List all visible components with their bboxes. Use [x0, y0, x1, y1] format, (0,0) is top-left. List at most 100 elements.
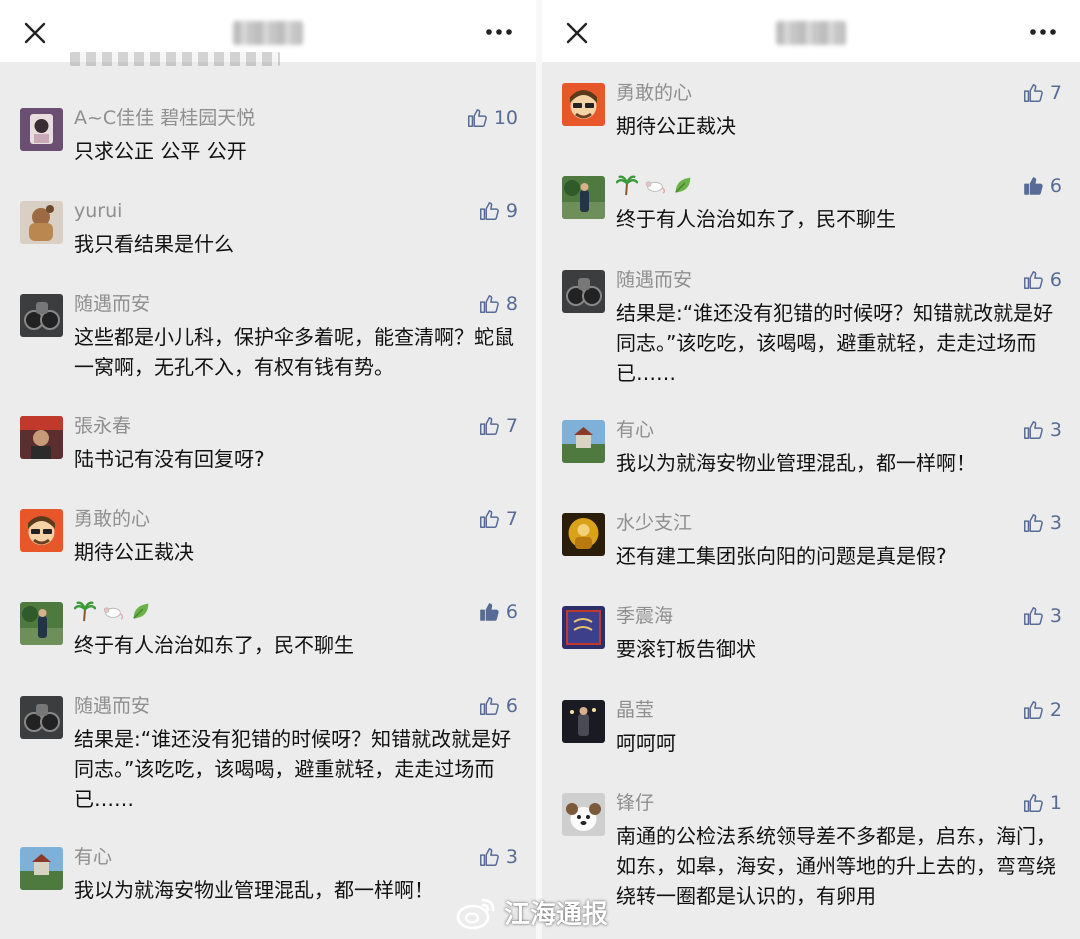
- comment-text: 我只看结果是什么: [74, 232, 234, 256]
- like-button[interactable]: 2: [1022, 698, 1062, 722]
- avatar[interactable]: [562, 83, 605, 126]
- comment-author[interactable]: A~C佳佳 碧桂园天悦: [74, 106, 255, 130]
- cutoff-text: [70, 52, 280, 66]
- thumbs-up-icon: [479, 295, 499, 313]
- comment-text: 结果是:“谁还没有犯错的时候呀？知错就改就是好同志。”该吃吃，该喝喝，避重就轻，…: [74, 727, 512, 811]
- like-count: 9: [505, 200, 518, 222]
- palm-tree-icon: [74, 601, 96, 622]
- avatar[interactable]: [20, 696, 63, 739]
- thumbs-up-icon: [1023, 701, 1043, 719]
- avatar[interactable]: [20, 602, 63, 645]
- like-count: 6: [505, 695, 518, 717]
- comment-text: 还有建工集团张向阳的问题是真是假?: [616, 544, 947, 568]
- avatar[interactable]: [20, 108, 63, 151]
- like-button[interactable]: 6: [478, 694, 518, 718]
- left-comment-panel: A~C佳佳 碧桂园天悦 10 只求公正 公平 公开 yurui 9 我只看结果是…: [0, 0, 536, 939]
- thumbs-up-icon: [479, 202, 499, 220]
- comment-author[interactable]: 水少支江: [616, 511, 692, 535]
- avatar[interactable]: [20, 201, 63, 244]
- rat-icon: [645, 181, 666, 194]
- comment-author[interactable]: [74, 600, 152, 628]
- like-count: 7: [1049, 82, 1062, 104]
- like-button[interactable]: 3: [478, 845, 518, 869]
- like-button[interactable]: 8: [478, 292, 518, 316]
- like-button[interactable]: 3: [1022, 604, 1062, 628]
- comment-author[interactable]: 随遇而安: [74, 694, 150, 718]
- comment-author[interactable]: 晶莹: [616, 698, 654, 722]
- avatar[interactable]: [562, 513, 605, 556]
- avatar[interactable]: [562, 793, 605, 836]
- like-button[interactable]: 6: [1022, 268, 1062, 292]
- comment-text: 终于有人治治如东了，民不聊生: [616, 207, 896, 231]
- blurred-title: [233, 21, 303, 45]
- like-count: 6: [505, 601, 518, 623]
- more-icon[interactable]: [484, 22, 514, 42]
- watermark: 江海通报: [456, 894, 608, 931]
- comment-text: 呵呵呵: [616, 731, 676, 755]
- comment-author[interactable]: yurui: [74, 199, 122, 223]
- close-icon[interactable]: [564, 20, 590, 46]
- blurred-title: [776, 21, 846, 45]
- comment-text: 期待公正裁决: [616, 114, 736, 138]
- avatar[interactable]: [562, 700, 605, 743]
- comment-text: 我以为就海安物业管理混乱，都一样啊！: [74, 878, 434, 902]
- comment-text: 要滚钉板告御状: [616, 637, 756, 661]
- comment-author[interactable]: 锋仔: [616, 791, 654, 815]
- like-button[interactable]: 7: [478, 507, 518, 531]
- avatar[interactable]: [562, 176, 605, 219]
- like-count: 3: [1049, 512, 1062, 534]
- avatar[interactable]: [20, 847, 63, 890]
- avatar[interactable]: [562, 270, 605, 313]
- like-count: 7: [505, 508, 518, 530]
- comment-author[interactable]: 有心: [616, 418, 654, 442]
- like-button[interactable]: 6: [478, 600, 518, 624]
- comment-text: 只求公正 公平 公开: [74, 139, 247, 163]
- comment-author[interactable]: [616, 174, 694, 202]
- close-icon[interactable]: [22, 20, 48, 46]
- like-button[interactable]: 3: [1022, 418, 1062, 442]
- watermark-text: 江海通报: [504, 900, 609, 930]
- thumbs-up-icon: [479, 510, 499, 528]
- weibo-icon: [456, 898, 495, 929]
- like-button[interactable]: 9: [478, 199, 518, 223]
- comment-author[interactable]: 随遇而安: [616, 268, 692, 292]
- thumbs-up-icon: [1023, 514, 1043, 532]
- comment-text: 期待公正裁决: [74, 540, 194, 564]
- avatar[interactable]: [20, 294, 63, 337]
- avatar[interactable]: [20, 509, 63, 552]
- like-count: 3: [505, 846, 518, 868]
- like-count: 7: [505, 415, 518, 437]
- thumbs-up-icon: [1023, 84, 1043, 102]
- comment-text: 我以为就海安物业管理混乱，都一样啊！: [616, 451, 976, 475]
- palm-tree-icon: [616, 175, 638, 196]
- comment-author[interactable]: 随遇而安: [74, 292, 150, 316]
- like-button[interactable]: 6: [1022, 174, 1062, 198]
- like-button[interactable]: 7: [1022, 81, 1062, 105]
- comment-author[interactable]: 有心: [74, 845, 112, 869]
- like-button[interactable]: 10: [466, 106, 518, 130]
- like-count: 6: [1049, 269, 1062, 291]
- more-icon[interactable]: [1028, 22, 1058, 42]
- thumbs-up-icon: [479, 697, 499, 715]
- avatar[interactable]: [562, 420, 605, 463]
- comment-author[interactable]: 張永春: [74, 414, 131, 438]
- like-count: 3: [1049, 419, 1062, 441]
- leaf-icon: [133, 603, 149, 619]
- like-button[interactable]: 1: [1022, 791, 1062, 815]
- thumbs-up-icon: [467, 109, 487, 127]
- thumbs-up-icon: [1023, 271, 1043, 289]
- comment-text: 陆书记有没有回复呀?: [74, 447, 265, 471]
- thumbs-up-filled-icon: [480, 603, 499, 621]
- comment-author[interactable]: 季震海: [616, 604, 673, 628]
- avatar[interactable]: [562, 606, 605, 649]
- avatar[interactable]: [20, 416, 63, 459]
- thumbs-up-icon: [479, 417, 499, 435]
- like-button[interactable]: 7: [478, 414, 518, 438]
- comment-author[interactable]: 勇敢的心: [616, 81, 692, 105]
- right-comment-panel: 勇敢的心 7 期待公正裁决 6 终于有人治治如东了，民不聊生 随遇而安 6 结果…: [542, 0, 1080, 939]
- thumbs-up-filled-icon: [1024, 177, 1043, 195]
- thumbs-up-icon: [1023, 794, 1043, 812]
- like-button[interactable]: 3: [1022, 511, 1062, 535]
- comment-author[interactable]: 勇敢的心: [74, 507, 150, 531]
- like-count: 3: [1049, 605, 1062, 627]
